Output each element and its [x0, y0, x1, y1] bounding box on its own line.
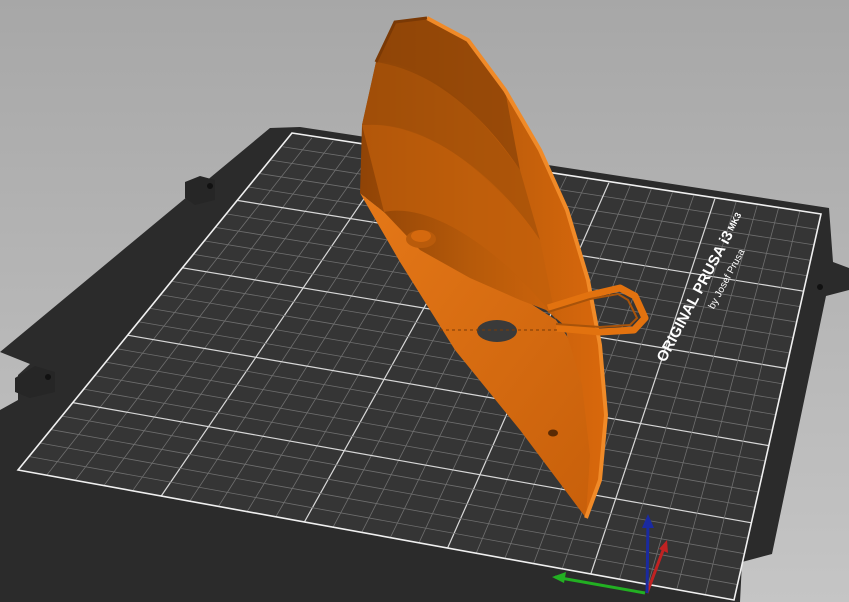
bed-screw-2	[45, 374, 51, 380]
bed-tab-left-upper	[185, 176, 215, 205]
model-small-hole	[548, 429, 558, 437]
scene-canvas[interactable]: ORIGINAL PRUSA i3 MK3 by Josef Prusa	[0, 0, 849, 602]
bed-screw-3	[817, 284, 823, 290]
bed-screw-1	[207, 183, 213, 189]
3d-viewport[interactable]: ORIGINAL PRUSA i3 MK3 by Josef Prusa	[0, 0, 849, 602]
model-large-hole	[477, 320, 517, 342]
model-hex-boss-top	[411, 230, 431, 242]
axis-z-line	[645, 519, 650, 594]
